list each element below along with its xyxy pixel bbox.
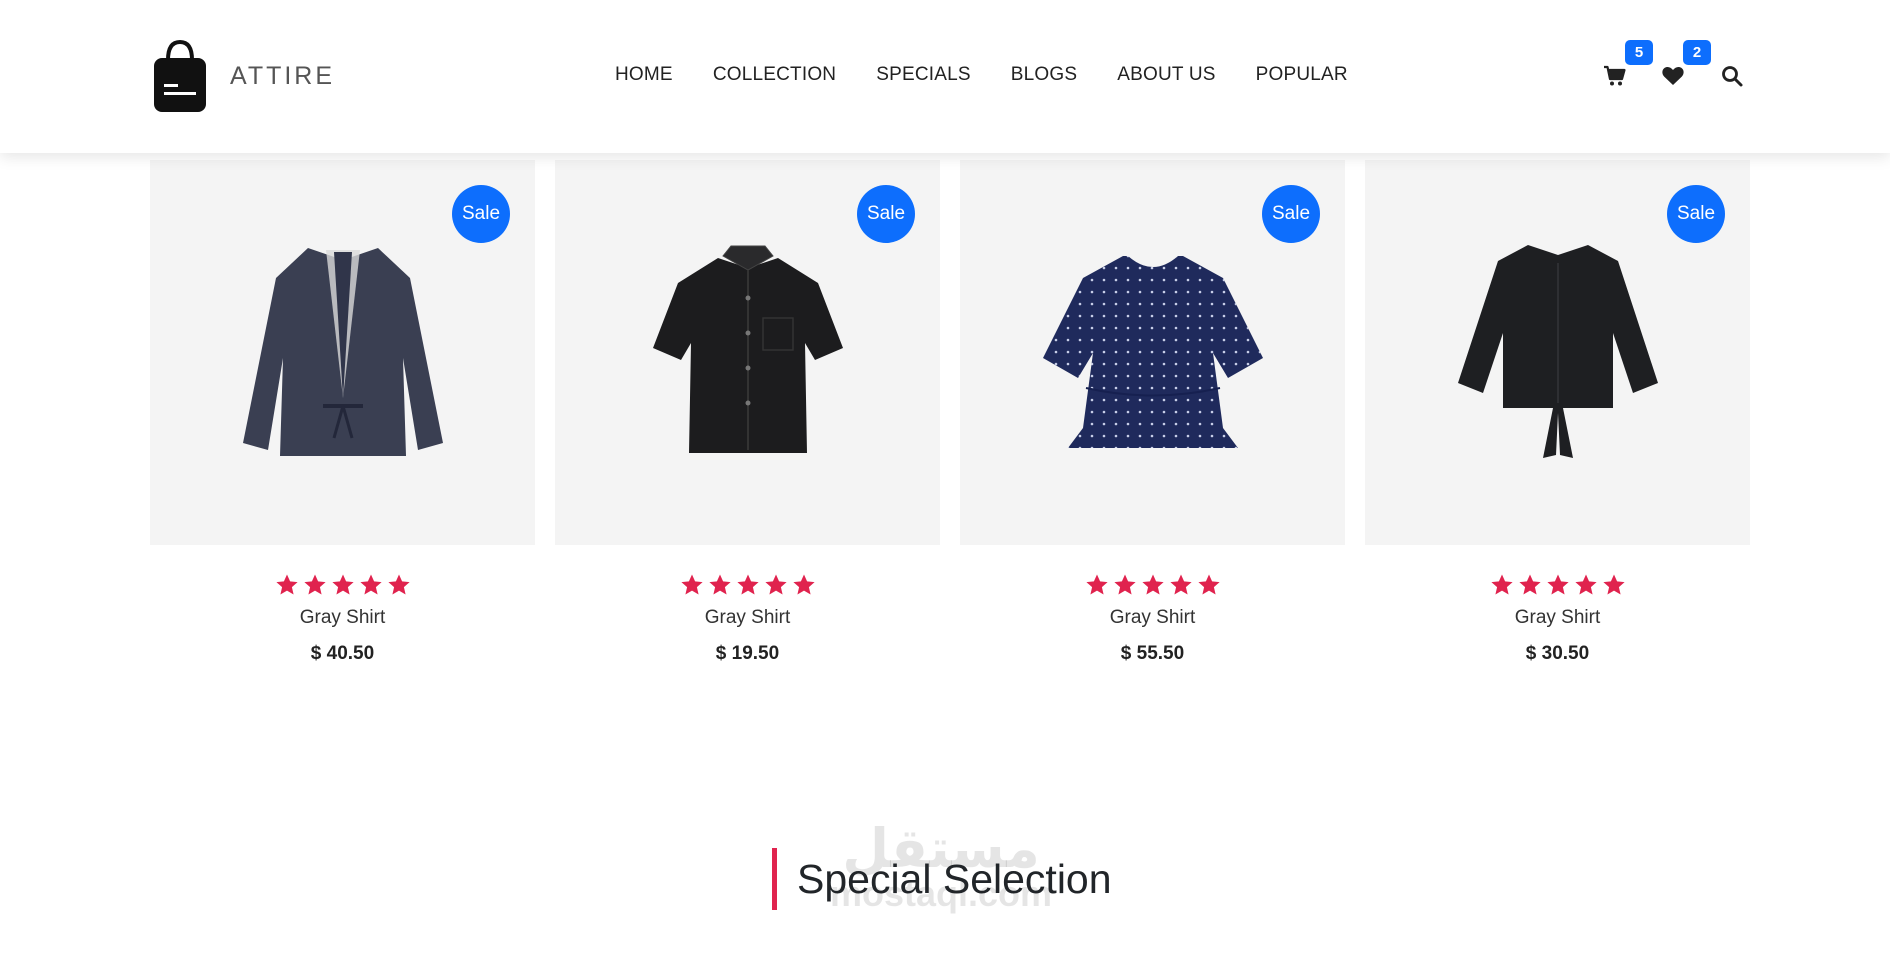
- nav-item-home[interactable]: HOME: [615, 64, 673, 86]
- product-card: Sale Gray Shirt $ 30.50: [1365, 160, 1750, 665]
- product-price: $ 19.50: [715, 643, 780, 664]
- rating-stars: [960, 573, 1345, 597]
- sale-badge: Sale: [1667, 185, 1725, 243]
- star-icon: [359, 574, 382, 595]
- product-card: Sale Gray Shirt $ 40.50: [150, 160, 535, 665]
- star-icon: [736, 574, 759, 595]
- star-icon: [1197, 574, 1220, 595]
- star-icon: [1602, 574, 1625, 595]
- cart-count-badge: 5: [1625, 40, 1653, 65]
- star-icon: [764, 574, 787, 595]
- product-image-frame[interactable]: Sale: [150, 160, 535, 545]
- star-icon: [1169, 574, 1192, 595]
- black-top-image: [1457, 244, 1658, 458]
- rating-stars: [150, 573, 535, 597]
- product-name[interactable]: Gray Shirt: [960, 607, 1345, 629]
- wishlist-button[interactable]: 2: [1661, 40, 1711, 90]
- product-card: Sale Gray Shirt $ 55.50: [960, 160, 1345, 665]
- star-icon: [387, 574, 410, 595]
- brand-logo[interactable]: ATTIRE: [152, 38, 335, 114]
- star-icon: [275, 574, 298, 595]
- star-icon: [1113, 574, 1136, 595]
- sale-badge: Sale: [857, 185, 915, 243]
- section-title: Special Selection: [797, 855, 1112, 902]
- search-icon: [1722, 66, 1743, 87]
- search-button[interactable]: [1720, 64, 1746, 90]
- nav-item-collection[interactable]: COLLECTION: [713, 64, 836, 86]
- product-name[interactable]: Gray Shirt: [150, 607, 535, 629]
- sale-badge: Sale: [452, 185, 510, 243]
- star-icon: [303, 574, 326, 595]
- heart-icon: [1662, 66, 1684, 85]
- rating-stars: [555, 573, 940, 597]
- product-card: Sale Gray Shirt $ 19.50: [555, 160, 940, 665]
- shirt-image: [652, 245, 843, 453]
- product-price: $ 40.50: [310, 643, 375, 664]
- product-name[interactable]: Gray Shirt: [555, 607, 940, 629]
- star-icon: [1546, 574, 1569, 595]
- star-icon: [680, 574, 703, 595]
- product-image-frame[interactable]: Sale: [1365, 160, 1750, 545]
- special-selection-heading: Special Selection: [772, 848, 1112, 910]
- star-icon: [708, 574, 731, 595]
- star-icon: [1141, 574, 1164, 595]
- jacket-image: [242, 247, 443, 456]
- cart-button[interactable]: 5: [1603, 40, 1653, 90]
- product-price: $ 30.50: [1525, 643, 1590, 664]
- star-icon: [1518, 574, 1541, 595]
- star-icon: [1490, 574, 1513, 595]
- product-price: $ 55.50: [1120, 643, 1185, 664]
- product-image-frame[interactable]: Sale: [960, 160, 1345, 545]
- star-icon: [1085, 574, 1108, 595]
- nav-item-about-us[interactable]: ABOUT US: [1117, 64, 1215, 86]
- wishlist-count-badge: 2: [1683, 40, 1711, 65]
- product-image-frame[interactable]: Sale: [555, 160, 940, 545]
- main-nav: HOME COLLECTION SPECIALS BLOGS ABOUT US …: [615, 64, 1348, 86]
- shopping-bag-icon: [154, 39, 206, 112]
- product-name[interactable]: Gray Shirt: [1365, 607, 1750, 629]
- rating-stars: [1365, 573, 1750, 597]
- dotted-blouse-image: [1042, 255, 1263, 448]
- nav-item-popular[interactable]: POPULAR: [1256, 64, 1348, 86]
- nav-item-specials[interactable]: SPECIALS: [876, 64, 971, 86]
- nav-item-blogs[interactable]: BLOGS: [1011, 64, 1077, 86]
- site-header: ATTIRE HOME COLLECTION SPECIALS BLOGS AB…: [0, 0, 1890, 153]
- star-icon: [792, 574, 815, 595]
- cart-icon: [1604, 65, 1626, 86]
- star-icon: [1574, 574, 1597, 595]
- brand-name: ATTIRE: [230, 61, 336, 90]
- product-grid: Sale Gray Shirt $ 40.50 Sale Gray Shirt …: [150, 160, 1750, 665]
- heading-accent-bar: [772, 848, 777, 910]
- star-icon: [331, 574, 354, 595]
- sale-badge: Sale: [1262, 185, 1320, 243]
